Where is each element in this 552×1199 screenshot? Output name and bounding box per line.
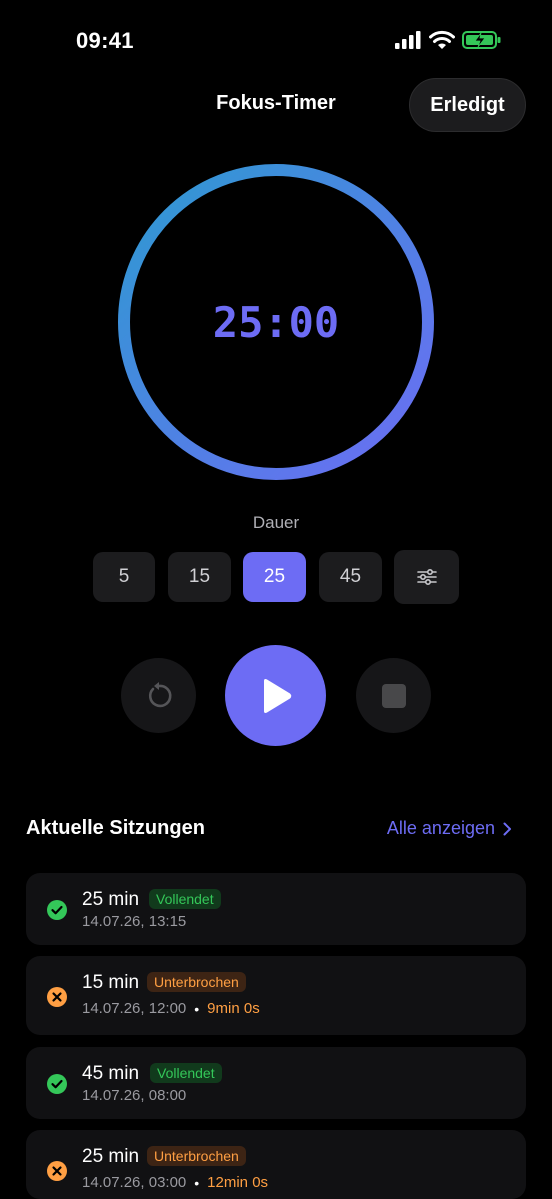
sessions-title: Aktuelle Sitzungen — [26, 817, 205, 839]
custom-duration-button[interactable] — [394, 550, 459, 604]
session-duration: 25 min — [82, 889, 140, 910]
session-elapsed: 9min 0s — [207, 1000, 260, 1017]
session-card[interactable]: 45 min Vollendet 14.07.26, 08:00 — [26, 1047, 526, 1119]
separator-dot: • — [194, 1000, 200, 1017]
session-meta: 14.07.26, 12:00 • 9min 0s — [82, 1000, 260, 1017]
session-meta: 14.07.26, 03:00 • 12min 0s — [82, 1174, 268, 1191]
stop-button[interactable] — [356, 658, 431, 733]
session-date: 14.07.26, 08:00 — [82, 1087, 187, 1104]
play-icon — [263, 678, 291, 713]
preset-45[interactable]: 45 — [319, 552, 382, 602]
status-badge: Vollendet — [149, 889, 221, 909]
play-button[interactable] — [225, 645, 326, 746]
x-circle-icon — [47, 1161, 67, 1181]
status-badge: Unterbrochen — [147, 1146, 246, 1166]
checkmark-circle-icon — [47, 1074, 67, 1094]
show-all-link[interactable]: Alle anzeigen — [387, 818, 512, 839]
session-meta: 14.07.26, 08:00 — [82, 1087, 186, 1104]
status-icons — [394, 30, 502, 50]
preset-5[interactable]: 5 — [93, 552, 155, 602]
session-elapsed: 12min 0s — [207, 1174, 269, 1191]
status-badge: Vollendet — [150, 1063, 222, 1083]
x-circle-icon — [47, 987, 67, 1007]
duration-label: Dauer — [252, 513, 300, 532]
session-meta: 14.07.26, 13:15 — [82, 913, 186, 930]
status-bar: 09:41 — [0, 0, 552, 80]
timer-display: 25:00 — [212, 297, 340, 347]
preset-15[interactable]: 15 — [168, 552, 231, 602]
session-card[interactable]: 25 min Unterbrochen 14.07.26, 03:00 • 12… — [26, 1130, 526, 1199]
wifi-icon — [429, 30, 455, 49]
status-time: 09:41 — [76, 28, 134, 53]
session-date: 14.07.26, 12:00 — [82, 1000, 187, 1017]
session-card[interactable]: 15 min Unterbrochen 14.07.26, 12:00 • 9m… — [26, 956, 526, 1035]
reset-button[interactable] — [121, 658, 196, 733]
session-date: 14.07.26, 13:15 — [82, 913, 187, 930]
session-date: 14.07.26, 03:00 — [82, 1174, 187, 1191]
reset-icon — [148, 681, 171, 707]
chevron-right-icon — [503, 822, 511, 835]
sliders-icon — [416, 568, 437, 586]
session-duration: 45 min — [82, 1063, 140, 1084]
preset-25[interactable]: 25 — [243, 552, 306, 602]
session-card[interactable]: 25 min Vollendet 14.07.26, 13:15 — [26, 873, 526, 945]
session-duration: 25 min — [82, 1146, 140, 1167]
done-button[interactable]: Erledigt — [409, 78, 526, 132]
separator-dot: • — [194, 1174, 200, 1191]
checkmark-circle-icon — [47, 900, 67, 920]
show-all-label: Alle anzeigen — [386, 818, 495, 838]
session-duration: 15 min — [82, 972, 140, 993]
cellular-signal-icon — [395, 31, 421, 49]
timer-ring: 25:00 — [112, 158, 440, 486]
status-badge: Unterbrochen — [147, 972, 246, 992]
battery-charging-icon — [462, 31, 501, 49]
stop-icon — [381, 683, 406, 708]
